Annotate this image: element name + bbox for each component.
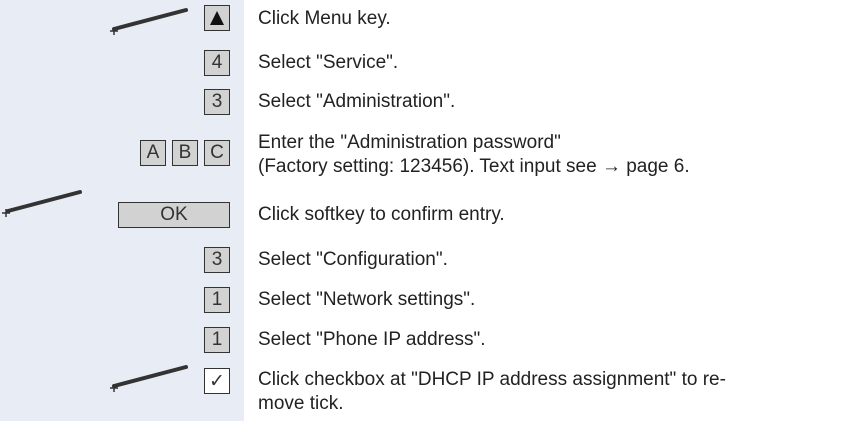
key-1[interactable]: 1 bbox=[204, 327, 230, 353]
menu-key[interactable] bbox=[204, 5, 230, 31]
step-text: Click softkey to confirm entry. bbox=[258, 204, 505, 225]
key-b[interactable]: B bbox=[172, 140, 198, 166]
step-text: Select "Network settings". bbox=[258, 289, 476, 310]
step-text: Click Menu key. bbox=[258, 8, 391, 29]
step-text: move tick. bbox=[258, 393, 344, 414]
step-text: Click checkbox at "DHCP IP address assig… bbox=[258, 369, 726, 390]
key-3[interactable]: 3 bbox=[204, 247, 230, 273]
step-text: Select "Configuration". bbox=[258, 249, 448, 270]
checkmark-icon: ✓ bbox=[209, 370, 225, 392]
stylus-pen-icon bbox=[110, 8, 188, 35]
step-text: Select "Service". bbox=[258, 52, 399, 73]
step-text: Select "Phone IP address". bbox=[258, 329, 486, 350]
step-text: Enter the "Administration password" bbox=[258, 132, 561, 153]
step-text: Select "Administration". bbox=[258, 91, 456, 112]
key-4[interactable]: 4 bbox=[204, 50, 230, 76]
key-a[interactable]: A bbox=[140, 140, 166, 166]
key-3[interactable]: 3 bbox=[204, 89, 230, 115]
key-c[interactable]: C bbox=[204, 140, 230, 166]
checkbox-key[interactable]: ✓ bbox=[204, 368, 230, 394]
key-1[interactable]: 1 bbox=[204, 287, 230, 313]
up-triangle-icon bbox=[210, 11, 224, 25]
stylus-pen-icon bbox=[110, 365, 188, 392]
step-text: (Factory setting: 123456). Text input se… bbox=[258, 156, 690, 177]
stylus-pen-icon bbox=[2, 190, 82, 217]
ok-softkey[interactable]: OK bbox=[118, 202, 230, 228]
